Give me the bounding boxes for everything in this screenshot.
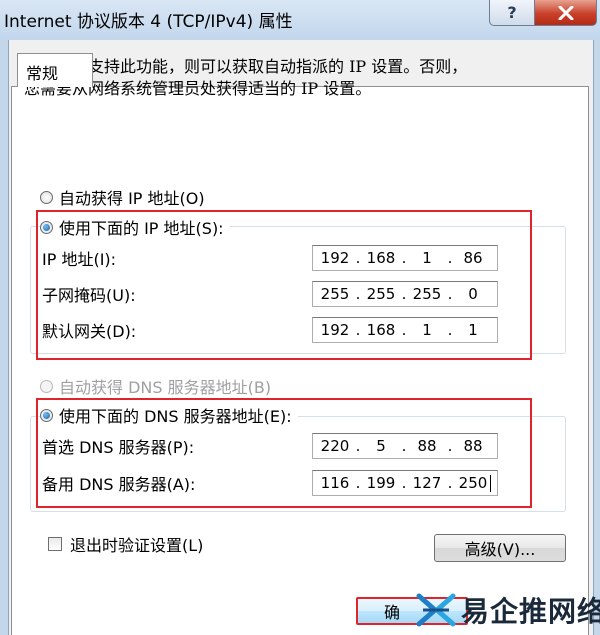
checkbox-icon[interactable] — [48, 537, 62, 551]
description-text: 如果网络支持此功能，则可以获取自动指派的 IP 设置。否则， 您需要从网络系统管… — [24, 56, 564, 100]
ip-highlight-box — [36, 210, 532, 360]
dns-highlight-box — [36, 398, 532, 508]
close-x-icon — [558, 5, 573, 20]
help-icon: ? — [507, 3, 517, 22]
watermark: 易企推网络 — [415, 588, 600, 632]
help-button[interactable]: ? — [489, 0, 535, 26]
auto-ip-label: 自动获得 IP 地址(O) — [59, 189, 205, 208]
close-button[interactable] — [534, 0, 597, 26]
validate-on-exit-label: 退出时验证设置(L) — [70, 536, 204, 555]
validate-on-exit-checkbox[interactable]: 退出时验证设置(L) — [48, 532, 203, 556]
description-line-2: 您需要从网络系统管理员处获得适当的 IP 设置。 — [24, 79, 372, 98]
auto-dns-radio[interactable]: 自动获得 DNS 服务器地址(B) — [40, 374, 271, 398]
description-line-1: 如果网络支持此功能，则可以获取自动指派的 IP 设置。否则， — [24, 57, 468, 76]
tab-general[interactable]: 常规 — [17, 53, 93, 87]
watermark-text: 易企推网络 — [461, 595, 600, 628]
radio-button-disabled-icon[interactable] — [40, 379, 53, 393]
auto-ip-radio[interactable]: 自动获得 IP 地址(O) — [40, 185, 205, 209]
advanced-button[interactable]: 高级(V)... — [434, 534, 566, 562]
x-logo-icon — [416, 593, 456, 627]
ok-button-label: 确 — [383, 603, 400, 622]
title-bar[interactable]: Internet 协议版本 4 (TCP/IPv4) 属性 ? — [0, 0, 600, 40]
tab-general-label: 常规 — [26, 64, 59, 83]
window-title: Internet 协议版本 4 (TCP/IPv4) 属性 — [4, 12, 293, 32]
auto-dns-label: 自动获得 DNS 服务器地址(B) — [59, 378, 272, 397]
radio-button-icon[interactable] — [40, 190, 53, 204]
